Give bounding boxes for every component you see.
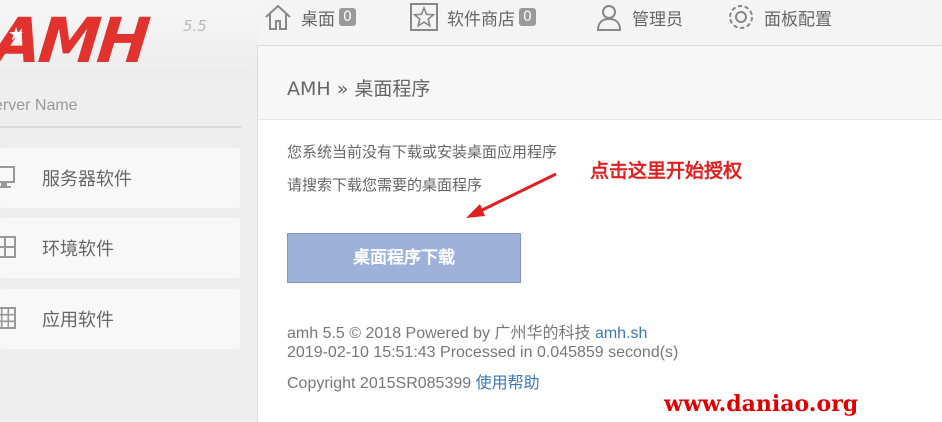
count-badge: 0	[519, 8, 536, 26]
help-link[interactable]: 使用帮助	[476, 375, 540, 392]
panel-header: AMH» 桌面程序	[258, 46, 942, 120]
annotation-text: 点击这里开始授权	[590, 160, 743, 182]
grid-9-icon	[0, 307, 16, 329]
user-icon	[596, 5, 622, 31]
home-icon	[265, 4, 291, 30]
logo-version: 5.5	[183, 17, 207, 35]
logo-star-icon: ★	[8, 24, 25, 45]
sidebar-item-application-software[interactable]: 应用软件	[0, 289, 240, 349]
top-nav: 桌面 0 软件商店 0 管理员 面板配置	[258, 0, 942, 44]
server-name: erver Name	[0, 97, 78, 114]
logo[interactable]: AMH ★ 5.5	[0, 0, 258, 82]
monitor-icon	[0, 166, 15, 188]
empty-message-line2: 请搜索下载您需要的桌面程序	[287, 176, 483, 194]
gear-icon	[729, 5, 753, 29]
footer-processed-time: 2019-02-10 15:51:43 Processed in 0.04585…	[287, 344, 679, 361]
count-badge: 0	[339, 8, 356, 26]
grid-4-icon	[0, 236, 16, 258]
nav-admin[interactable]: 管理员	[594, 0, 683, 34]
footer-copyright: Copyright 2015SR085399 使用帮助	[287, 369, 540, 393]
nav-software-store[interactable]: 软件商店 0	[409, 0, 536, 34]
nav-desktop[interactable]: 桌面 0	[263, 0, 356, 34]
breadcrumb-separator: »	[336, 78, 349, 100]
divider	[0, 126, 241, 128]
star-icon	[410, 3, 438, 31]
sidebar-item-label: 环境软件	[42, 239, 114, 260]
main-panel: AMH» 桌面程序 您系统当前没有下载或安装桌面应用程序 请搜索下载您需要的桌面程…	[257, 45, 942, 422]
sidebar-item-server-software[interactable]: 服务器软件	[0, 148, 240, 208]
nav-label: 管理员	[632, 9, 683, 30]
watermark: www.daniao.org	[664, 391, 859, 417]
empty-message-line1: 您系统当前没有下载或安装桌面应用程序	[287, 143, 558, 161]
nav-label: 桌面	[301, 9, 335, 30]
nav-label: 软件商店	[447, 9, 515, 30]
sidebar-item-environment-software[interactable]: 环境软件	[0, 218, 240, 278]
sidebar: AMH ★ 5.5 erver Name 服务器软件 环境软件 应用软件	[0, 0, 258, 421]
annotation-arrow-icon	[466, 172, 557, 218]
breadcrumb-current: 桌面程序	[354, 78, 431, 100]
amh-site-link[interactable]: amh.sh	[595, 325, 647, 342]
nav-label: 面板配置	[764, 9, 832, 30]
footer-powered-by: amh 5.5 © 2018 Powered by 广州华的科技 amh.sh	[287, 319, 647, 343]
sidebar-item-label: 应用软件	[42, 310, 114, 331]
breadcrumb-root[interactable]: AMH	[287, 78, 331, 100]
footer-powered-text: amh 5.5 © 2018 Powered by 广州华的科技	[287, 325, 591, 342]
nav-panel-config[interactable]: 面板配置	[726, 0, 832, 34]
sidebar-item-label: 服务器软件	[42, 169, 132, 190]
download-desktop-program-button[interactable]: 桌面程序下载	[287, 233, 521, 283]
breadcrumb: AMH» 桌面程序	[287, 74, 430, 101]
footer-copyright-text: Copyright 2015SR085399	[287, 375, 472, 392]
